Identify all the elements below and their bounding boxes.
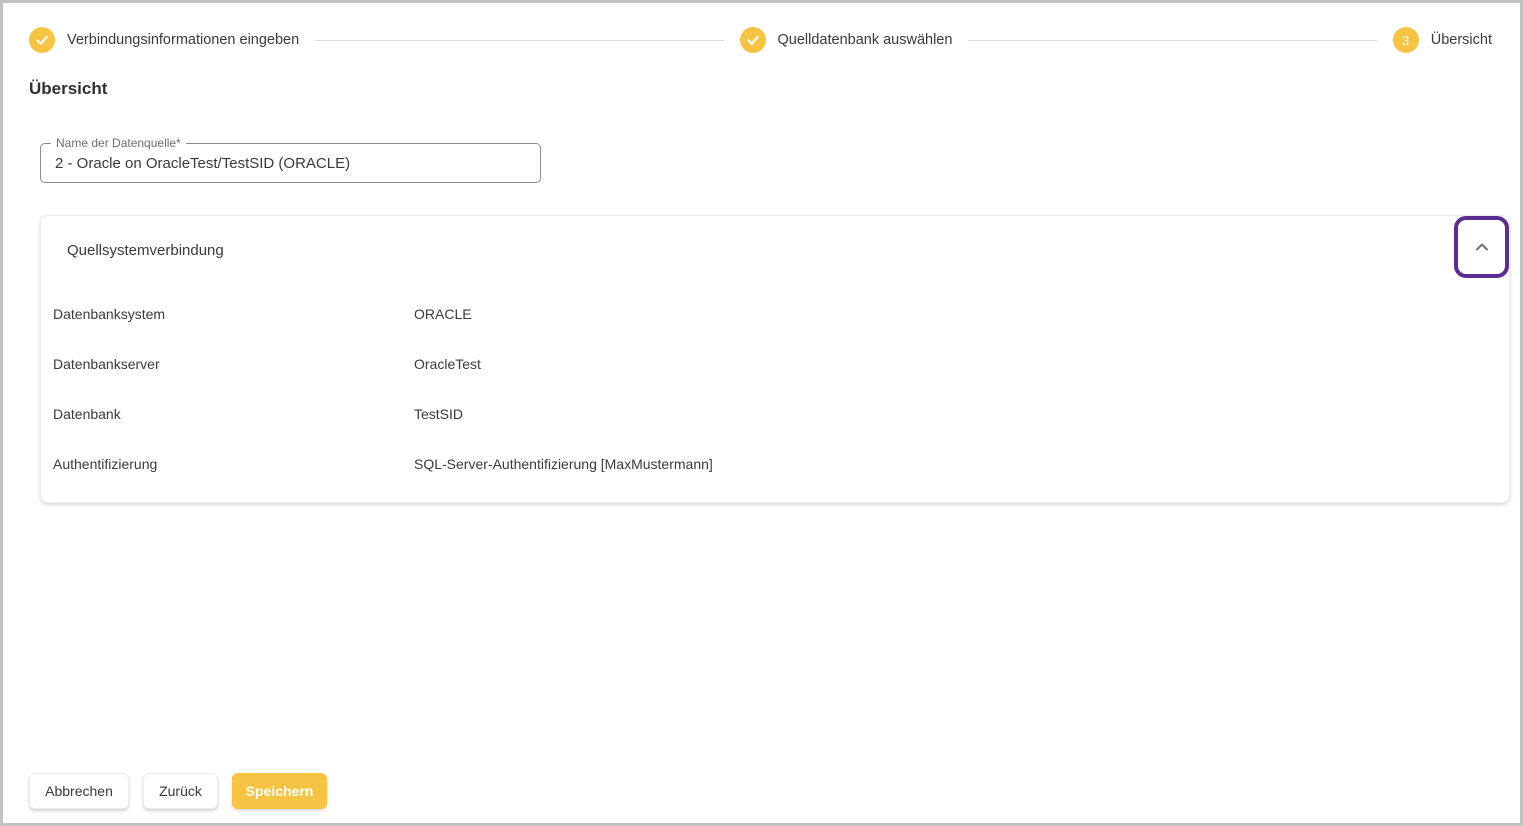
step-1-verbindungsinformationen[interactable]: Verbindungsinformationen eingeben — [29, 27, 299, 53]
stepper-connector — [315, 40, 723, 41]
step-completed-check-icon — [29, 27, 55, 53]
cancel-button[interactable]: Abbrechen — [29, 773, 129, 809]
wizard-stepper: Verbindungsinformationen eingeben Quelld… — [3, 3, 1520, 53]
row-value: ORACLE — [414, 306, 472, 322]
wizard-footer: Abbrechen Zurück Speichern — [29, 773, 1520, 809]
datasource-name-label: Name der Datenquelle* — [51, 135, 186, 151]
step-number-badge: 3 — [1393, 27, 1419, 53]
step-3-uebersicht[interactable]: 3 Übersicht — [1393, 27, 1492, 53]
table-row: Authentifizierung SQL-Server-Authentifiz… — [41, 439, 1509, 489]
row-label: Authentifizierung — [53, 456, 414, 472]
row-value: OracleTest — [414, 356, 481, 372]
card-rows: Datenbanksystem ORACLE Datenbankserver O… — [41, 289, 1509, 489]
row-value: TestSID — [414, 406, 463, 422]
row-label: Datenbanksystem — [53, 306, 414, 322]
collapse-card-button[interactable] — [1454, 216, 1509, 278]
step-2-quelldatenbank[interactable]: Quelldatenbank auswählen — [740, 27, 953, 53]
datasource-name-field: Name der Datenquelle* — [40, 143, 541, 183]
table-row: Datenbank TestSID — [41, 389, 1509, 439]
source-connection-card: Quellsystemverbindung Datenbanksystem OR… — [40, 215, 1510, 503]
step-completed-check-icon — [740, 27, 766, 53]
stepper-connector — [968, 40, 1376, 41]
page-title: Übersicht — [29, 79, 1520, 99]
card-title: Quellsystemverbindung — [41, 216, 1509, 259]
row-label: Datenbank — [53, 406, 414, 422]
save-button[interactable]: Speichern — [232, 773, 327, 809]
step-1-label: Verbindungsinformationen eingeben — [67, 32, 299, 48]
chevron-up-icon — [1474, 241, 1490, 253]
back-button[interactable]: Zurück — [143, 773, 218, 809]
row-label: Datenbankserver — [53, 356, 414, 372]
row-value: SQL-Server-Authentifizierung [MaxMusterm… — [414, 456, 713, 472]
step-3-label: Übersicht — [1431, 32, 1492, 48]
table-row: Datenbankserver OracleTest — [41, 339, 1509, 389]
step-2-label: Quelldatenbank auswählen — [778, 32, 953, 48]
table-row: Datenbanksystem ORACLE — [41, 289, 1509, 339]
